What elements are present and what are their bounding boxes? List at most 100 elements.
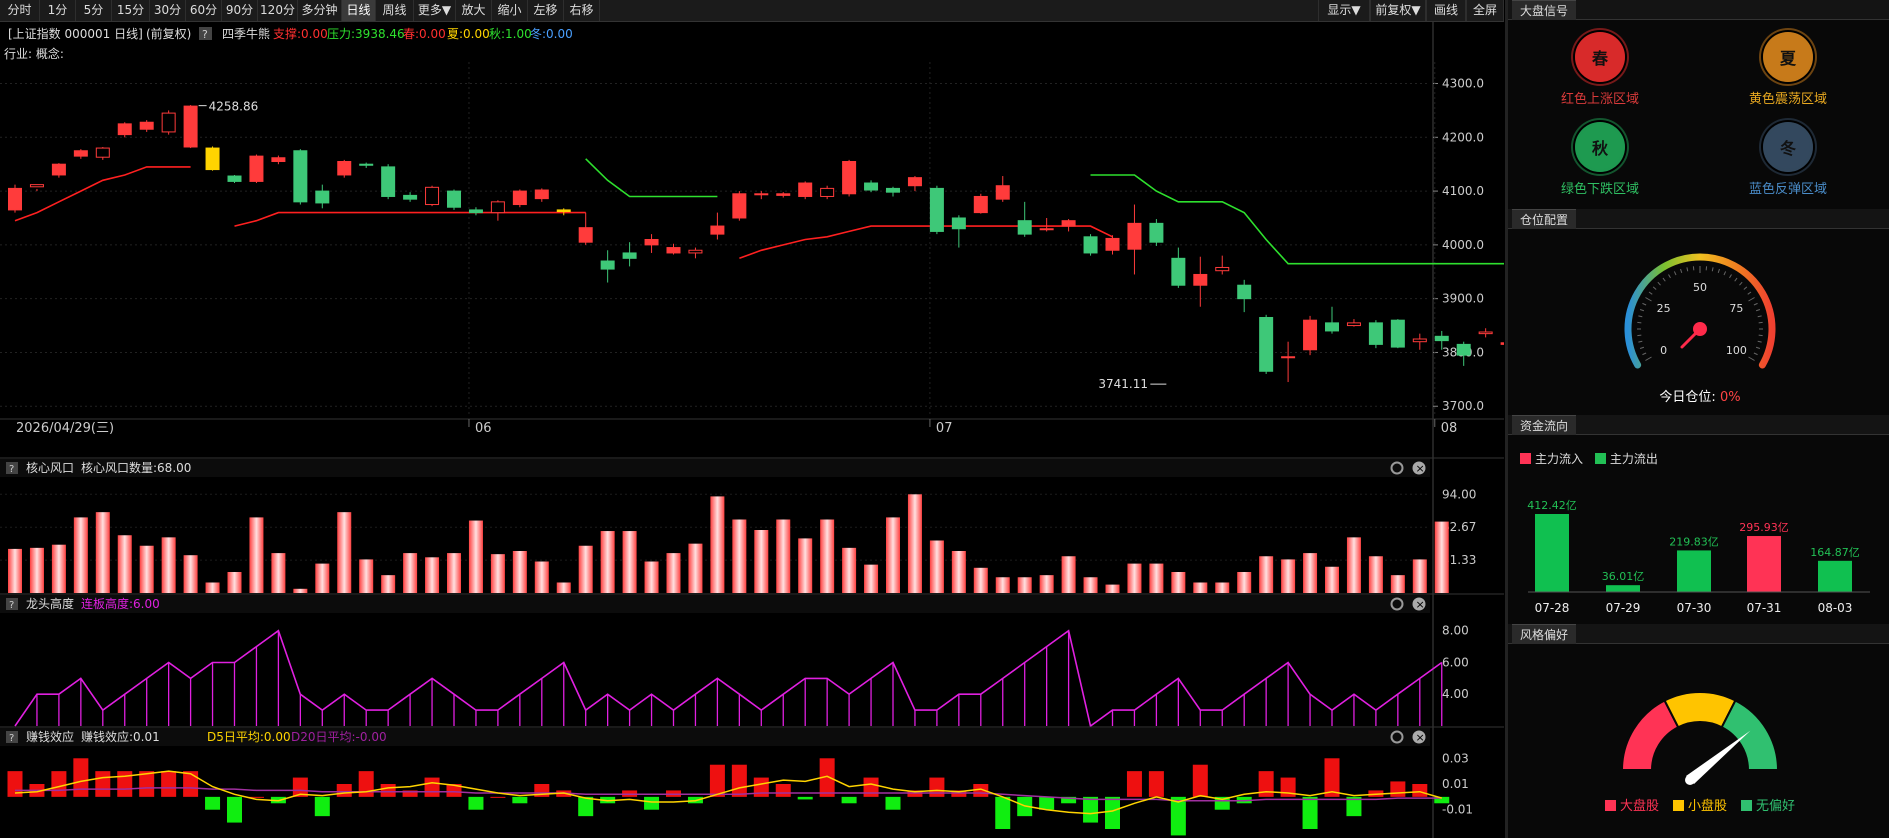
fund-flow-bar[interactable] [1818, 560, 1852, 592]
profit-effect-bar[interactable] [644, 796, 660, 810]
core-wind-bar[interactable] [403, 553, 418, 593]
period-button-13[interactable]: 缩小 [492, 0, 528, 21]
period-button-14[interactable]: 左移 [528, 0, 564, 21]
candle[interactable] [1303, 315, 1318, 356]
candle[interactable] [732, 191, 747, 221]
period-button-1[interactable]: 1分 [40, 0, 76, 21]
profit-effect-bar[interactable] [205, 796, 221, 810]
core-wind-bar[interactable] [1083, 577, 1098, 593]
profit-effect-bar[interactable] [1390, 781, 1406, 797]
profit-effect-bar[interactable] [314, 796, 330, 817]
core-wind-bar[interactable] [1259, 556, 1274, 593]
candle[interactable] [512, 189, 527, 208]
core-wind-bar[interactable] [315, 563, 330, 593]
candle[interactable] [1368, 320, 1383, 349]
candle[interactable] [973, 193, 988, 214]
core-wind-bar[interactable] [1237, 572, 1252, 593]
core-wind-bar[interactable] [1193, 582, 1208, 594]
profit-effect-bar[interactable] [183, 771, 199, 797]
candle[interactable] [117, 122, 132, 138]
core-wind-bar[interactable] [1346, 537, 1361, 593]
core-wind-bar[interactable] [644, 561, 659, 594]
candle[interactable] [293, 149, 308, 205]
candle[interactable] [1083, 234, 1098, 256]
core-wind-bar[interactable] [688, 543, 703, 593]
core-wind-bar[interactable] [820, 519, 835, 594]
core-wind-bar[interactable] [951, 551, 966, 593]
profit-effect-bar[interactable] [95, 771, 111, 797]
profit-effect-bar[interactable] [841, 796, 857, 804]
core-wind-bar[interactable] [1105, 584, 1120, 593]
profit-effect-bar[interactable] [863, 777, 879, 797]
candle[interactable] [1149, 219, 1164, 246]
candle[interactable] [842, 159, 857, 197]
candle[interactable] [183, 105, 198, 149]
core-wind-bar[interactable] [1127, 563, 1142, 593]
core-wind-bar[interactable] [205, 582, 220, 594]
period-button-2[interactable]: 5分 [76, 0, 112, 21]
core-wind-bar[interactable] [161, 537, 176, 593]
core-wind-bar[interactable] [1303, 553, 1318, 593]
profit-effect-bar[interactable] [336, 784, 352, 797]
section-tab-fund-flow[interactable]: 资金流向 [1512, 415, 1577, 435]
right-tool-button-1[interactable]: 前复权▼ [1370, 0, 1426, 21]
core-wind-bar[interactable] [1390, 575, 1405, 593]
core-wind-bar[interactable] [798, 538, 813, 593]
candle[interactable] [205, 146, 220, 171]
candle[interactable] [8, 184, 22, 213]
core-wind-bar[interactable] [886, 517, 900, 593]
core-wind-bar[interactable] [776, 519, 791, 594]
candle[interactable] [1259, 314, 1274, 374]
candle[interactable] [798, 181, 813, 200]
core-wind-bar[interactable] [1412, 559, 1427, 593]
profit-effect-bar[interactable] [1148, 771, 1164, 797]
core-wind-bar[interactable] [600, 531, 615, 593]
profit-effect-bar[interactable] [512, 796, 528, 804]
right-tool-button-3[interactable]: 全屏 [1466, 0, 1504, 21]
period-button-11[interactable]: 更多▼ [414, 0, 456, 21]
right-tool-button-2[interactable]: 画线 [1426, 0, 1466, 21]
profit-effect-bar[interactable] [775, 784, 791, 797]
profit-effect-bar[interactable] [1083, 796, 1099, 823]
core-wind-bar[interactable] [754, 530, 769, 593]
core-wind-bar[interactable] [512, 551, 527, 593]
profit-effect-bar[interactable] [1302, 796, 1318, 829]
profit-effect-bar[interactable] [490, 796, 506, 798]
core-wind-bar[interactable] [271, 553, 286, 593]
candle[interactable] [227, 174, 242, 184]
core-wind-bar[interactable] [710, 496, 725, 593]
period-button-4[interactable]: 30分 [150, 0, 186, 21]
core-wind-bar[interactable] [1017, 577, 1032, 593]
core-wind-bar[interactable] [117, 535, 132, 593]
core-wind-bar[interactable] [293, 588, 308, 593]
profit-effect-bar[interactable] [995, 796, 1011, 829]
profit-effect-bar[interactable] [885, 796, 901, 810]
profit-effect-bar[interactable] [227, 796, 242, 823]
candle[interactable] [425, 185, 440, 207]
profit-effect-bar[interactable] [468, 796, 484, 810]
core-wind-bar[interactable] [359, 559, 374, 593]
profit-effect-bar[interactable] [161, 771, 177, 797]
profit-effect-bar[interactable] [731, 764, 747, 797]
period-button-8[interactable]: 多分钟 [298, 0, 342, 21]
profit-effect-bar[interactable] [929, 777, 945, 797]
core-wind-bar[interactable] [337, 512, 352, 593]
section-tab-position[interactable]: 仓位配置 [1512, 209, 1577, 229]
candle[interactable] [1390, 319, 1405, 349]
core-wind-bar[interactable] [139, 545, 154, 593]
core-wind-bar[interactable] [578, 545, 593, 593]
core-wind-bar[interactable] [534, 561, 549, 594]
core-wind-bar[interactable] [73, 517, 88, 593]
period-button-10[interactable]: 周线 [376, 0, 414, 21]
signal-item-2[interactable]: 秋绿色下跌区域 [1530, 122, 1670, 197]
signal-item-3[interactable]: 冬蓝色反弹区域 [1718, 122, 1858, 197]
core-wind-bar[interactable] [447, 553, 461, 593]
core-wind-bar[interactable] [622, 531, 637, 593]
period-button-0[interactable]: 分时 [0, 0, 40, 21]
core-wind-bar[interactable] [1434, 521, 1449, 593]
profit-effect-bar[interactable] [1192, 764, 1208, 797]
core-wind-bar[interactable] [468, 520, 483, 593]
core-wind-bar[interactable] [973, 567, 988, 593]
core-wind-bar[interactable] [732, 519, 747, 594]
candle[interactable] [929, 185, 944, 235]
